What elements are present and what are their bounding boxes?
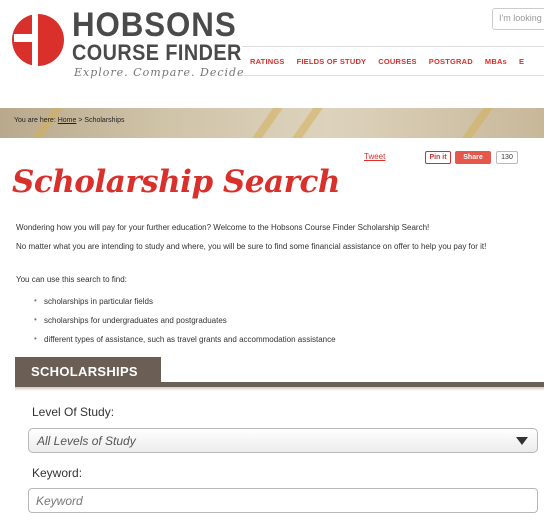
nav-item-fields-of-study[interactable]: FIELDS OF STUDY bbox=[297, 57, 367, 66]
share-button[interactable]: Share bbox=[455, 151, 491, 164]
nav-item-mbas[interactable]: MBAs bbox=[485, 57, 507, 66]
breadcrumb: You are here: Home > Scholarships bbox=[14, 117, 125, 124]
breadcrumb-current: Scholarships bbox=[84, 117, 125, 124]
site-header: HOBSONS COURSE FINDER Explore. Compare. … bbox=[0, 0, 544, 108]
breadcrumb-separator: > bbox=[78, 117, 83, 124]
level-of-study-select[interactable]: All Levels of Study bbox=[28, 428, 538, 453]
banner-decoration bbox=[243, 108, 285, 138]
breadcrumb-prefix: You are here: bbox=[14, 117, 56, 124]
main-nav: RATINGS FIELDS OF STUDY COURSES POSTGRAD… bbox=[242, 46, 544, 76]
nav-item-courses[interactable]: COURSES bbox=[378, 57, 417, 66]
breadcrumb-home-link[interactable]: Home bbox=[58, 117, 77, 124]
banner-decoration bbox=[453, 108, 495, 138]
banner-decoration bbox=[283, 108, 325, 138]
nav-item-ratings[interactable]: RATINGS bbox=[250, 57, 285, 66]
hobsons-logo-icon[interactable] bbox=[10, 12, 66, 68]
nav-item-postgrad[interactable]: POSTGRAD bbox=[429, 57, 473, 66]
pin-it-button[interactable]: Pin it bbox=[425, 151, 451, 164]
tweet-link[interactable]: Tweet bbox=[364, 152, 385, 161]
tab-shadow bbox=[15, 387, 544, 391]
list-item: different types of assistance, such as t… bbox=[34, 334, 336, 354]
keyword-input[interactable] bbox=[28, 488, 538, 513]
search-features-list: scholarships in particular fields schola… bbox=[34, 296, 336, 354]
intro-paragraph: You can use this search to find: bbox=[16, 275, 127, 284]
logo-subtitle[interactable]: COURSE FINDER bbox=[72, 41, 242, 65]
nav-item-more[interactable]: E bbox=[519, 57, 524, 66]
level-of-study-value: All Levels of Study bbox=[37, 434, 136, 448]
site-search-input[interactable]: I'm looking bbox=[492, 8, 544, 30]
intro-paragraph: No matter what you are intending to stud… bbox=[16, 242, 487, 251]
tab-scholarships[interactable]: SCHOLARSHIPS bbox=[15, 357, 161, 387]
logo-title[interactable]: HOBSONS bbox=[72, 8, 237, 42]
breadcrumb-banner: You are here: Home > Scholarships bbox=[0, 108, 544, 138]
keyword-label: Keyword: bbox=[32, 466, 83, 480]
list-item: scholarships for undergraduates and post… bbox=[34, 315, 336, 335]
share-count: 130 bbox=[496, 151, 518, 164]
chevron-down-icon[interactable] bbox=[516, 437, 528, 445]
level-of-study-label: Level Of Study: bbox=[32, 405, 115, 419]
intro-paragraph: Wondering how you will pay for your furt… bbox=[16, 223, 430, 232]
page-title: Scholarship Search bbox=[12, 164, 340, 200]
list-item: scholarships in particular fields bbox=[34, 296, 336, 316]
logo-tagline: Explore. Compare. Decide bbox=[74, 66, 245, 79]
